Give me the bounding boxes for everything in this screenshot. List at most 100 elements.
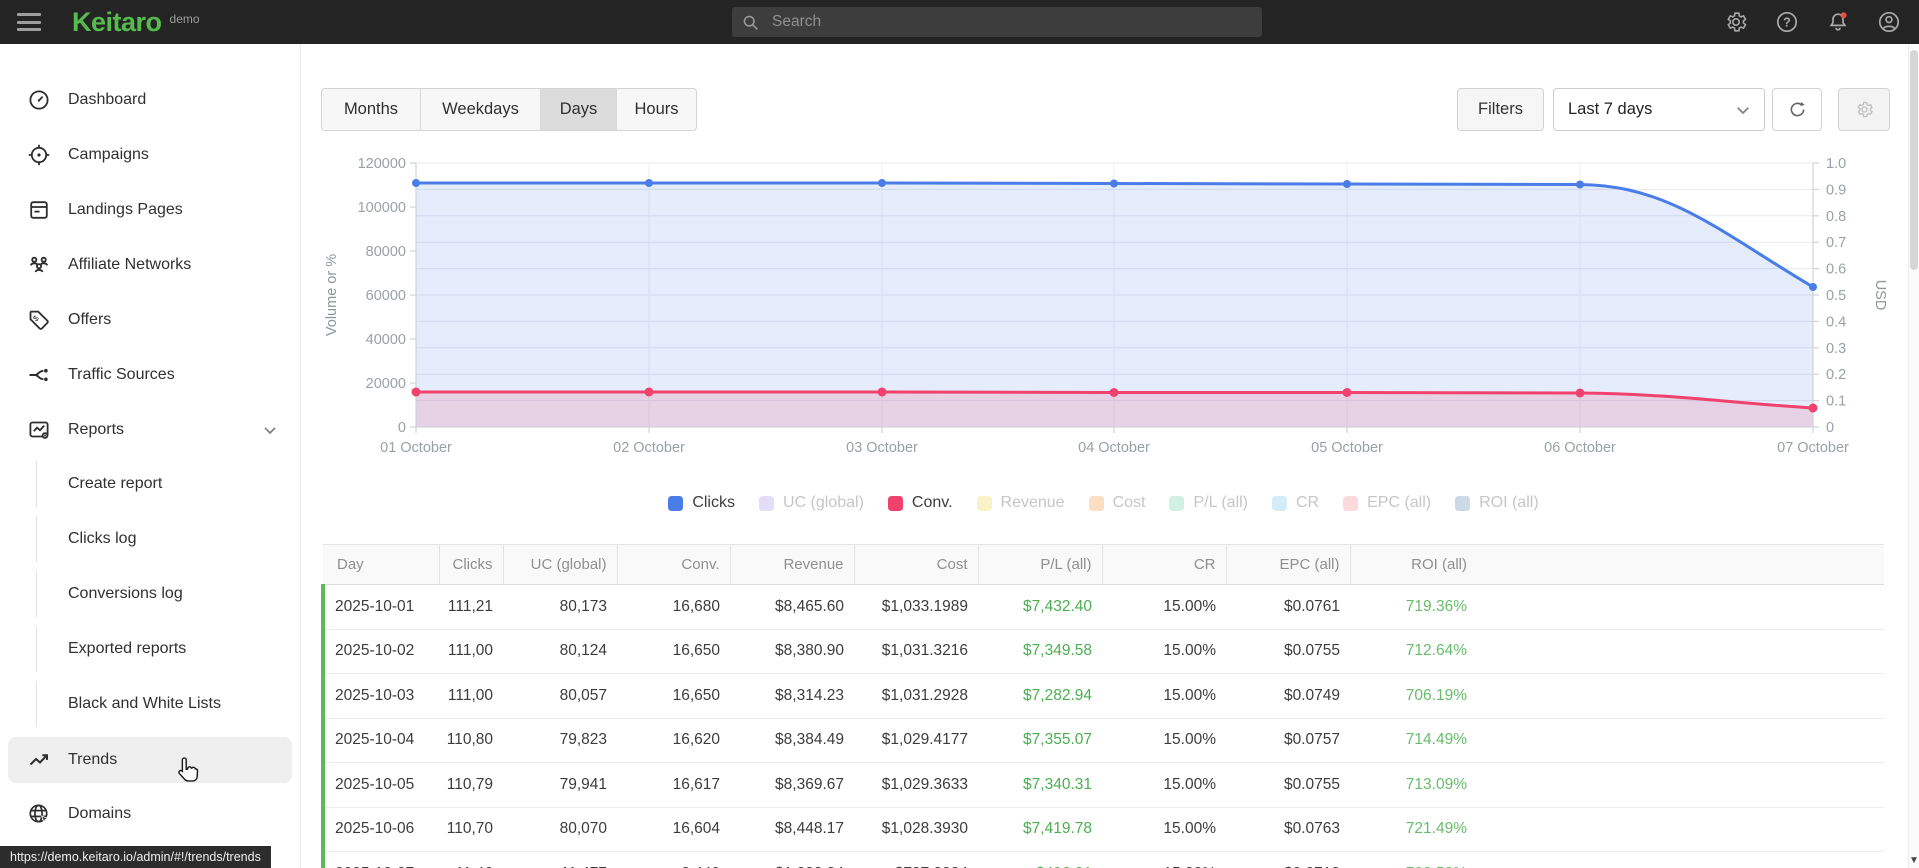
- legend-item-pl-all[interactable]: P/L (all): [1169, 494, 1248, 512]
- col-header-pl-all[interactable]: P/L (all): [977, 544, 1102, 585]
- sidebar-item-offers[interactable]: $ Offers: [0, 297, 300, 343]
- cell-cost: $1,029.4177: [854, 718, 978, 763]
- cell-pl: $7,419.78: [978, 807, 1102, 852]
- tab-months[interactable]: Months: [322, 89, 421, 130]
- svg-text:0.6: 0.6: [1826, 262, 1846, 278]
- svg-text:?: ?: [1783, 16, 1791, 30]
- svg-text:120000: 120000: [358, 156, 406, 172]
- table-row[interactable]: 2025-10-02 111,00 80,124 16,650 $8,380.9…: [321, 629, 1884, 674]
- left-axis-title: Volume or %: [324, 254, 340, 336]
- cell-roi: 719.36%: [1350, 584, 1477, 630]
- col-header-epc-all[interactable]: EPC (all): [1225, 544, 1350, 585]
- help-icon[interactable]: ?: [1775, 10, 1799, 34]
- col-header-cr[interactable]: CR: [1101, 544, 1226, 585]
- sidebar-item-clicks-log[interactable]: Clicks log: [36, 516, 301, 562]
- svg-text:20000: 20000: [366, 376, 406, 392]
- sidebar-item-dashboard[interactable]: Dashboard: [0, 77, 300, 123]
- svg-text:0.1: 0.1: [1826, 394, 1846, 410]
- cell-epc: $0.0755: [1226, 629, 1350, 674]
- col-header-clicks[interactable]: Clicks: [438, 544, 503, 585]
- legend-item-cost[interactable]: Cost: [1088, 494, 1146, 512]
- date-range-select[interactable]: Last 7 days: [1553, 88, 1765, 131]
- sidebar-item-campaigns[interactable]: Campaigns: [0, 132, 300, 178]
- col-header-uc-global[interactable]: UC (global): [502, 544, 617, 585]
- sidebar-item-create-report[interactable]: Create report: [36, 461, 301, 507]
- svg-text:03 October: 03 October: [846, 440, 918, 456]
- svg-text:0.5: 0.5: [1826, 288, 1846, 304]
- col-header-roi-all[interactable]: ROI (all): [1349, 544, 1477, 585]
- sidebar-item-trends[interactable]: Trends: [8, 737, 292, 783]
- sidebar-item-label: Landings Pages: [68, 201, 183, 218]
- cell-uc: 79,941: [503, 762, 617, 808]
- tab-weekdays[interactable]: Weekdays: [421, 89, 541, 130]
- legend-item-uc-global[interactable]: UC (global): [758, 494, 864, 512]
- sidebar-child-label: Create report: [68, 475, 163, 492]
- scrollbar[interactable]: ▼: [1908, 44, 1919, 868]
- notifications-bell-icon[interactable]: [1826, 10, 1850, 34]
- trends-line-chart[interactable]: 0 20000 40000 60000 80000 100000 120000 …: [320, 140, 1900, 470]
- cell-epc: $0.0763: [1226, 807, 1350, 852]
- tab-days[interactable]: Days: [541, 89, 617, 130]
- sidebar-item-domains[interactable]: Domains: [0, 791, 300, 837]
- sidebar-item-black-and-white-lists[interactable]: Black and White Lists: [36, 681, 301, 727]
- svg-text:0.4: 0.4: [1826, 314, 1846, 330]
- date-range-value: Last 7 days: [1568, 100, 1653, 118]
- chart-legend: Clicks UC (global) Conv. Revenue Cost P/…: [300, 489, 1907, 517]
- col-header-cost[interactable]: Cost: [853, 544, 978, 585]
- legend-item-cr[interactable]: CR: [1272, 494, 1319, 512]
- sidebar-item-conversions-log[interactable]: Conversions log: [36, 571, 301, 617]
- table-row[interactable]: 2025-10-06 110,70 80,070 16,604 $8,448.1…: [321, 807, 1884, 852]
- svg-text:07 October: 07 October: [1777, 440, 1849, 456]
- cell-roi: 721.49%: [1350, 807, 1477, 852]
- table-row[interactable]: 2025-10-05 110,79 79,941 16,617 $8,369.6…: [321, 762, 1884, 808]
- tab-hours[interactable]: Hours: [617, 89, 696, 130]
- legend-item-clicks[interactable]: Clicks: [668, 494, 735, 512]
- table-row[interactable]: 2025-10-04 110,80 79,823 16,620 $8,384.4…: [321, 718, 1884, 763]
- sidebar-item-reports[interactable]: Reports: [0, 407, 300, 453]
- sidebar-item-exported-reports[interactable]: Exported reports: [36, 626, 301, 672]
- legend-item-epc-all[interactable]: EPC (all): [1343, 494, 1431, 512]
- table-row[interactable]: 2025-10-01 111,21 80,173 16,680 $8,465.6…: [321, 584, 1884, 630]
- settings-gear-icon[interactable]: [1724, 10, 1748, 34]
- scrollbar-down-arrow-icon[interactable]: ▼: [1909, 855, 1919, 866]
- cell-revenue: $8,384.49: [730, 718, 854, 763]
- legend-swatch: [758, 495, 774, 511]
- cell-epc: $0.0757: [1226, 718, 1350, 763]
- cell-conv: 2,449: [617, 851, 730, 868]
- refresh-button[interactable]: [1772, 88, 1822, 131]
- cell-filler: [1477, 807, 1884, 852]
- legend-label: CR: [1296, 494, 1320, 511]
- sidebar-item-traffic-sources[interactable]: Traffic Sources: [0, 352, 300, 398]
- cell-day: 2025-10-04: [321, 718, 439, 763]
- cell-clicks: 110,70: [439, 807, 503, 852]
- table-row-partial[interactable]: 2025-10-07 11,46 11,477 2,449 $1,233.34 …: [321, 851, 1884, 868]
- cell-cr: 15.00%: [1102, 629, 1226, 674]
- col-header-day[interactable]: Day: [323, 544, 439, 585]
- svg-text:0.3: 0.3: [1826, 341, 1846, 357]
- col-header-conv[interactable]: Conv.: [616, 544, 730, 585]
- cell-cost: $737.3384: [854, 851, 978, 868]
- search-input[interactable]: [732, 7, 1262, 37]
- legend-item-revenue[interactable]: Revenue: [976, 494, 1065, 512]
- table-row[interactable]: 2025-10-03 111,00 80,057 16,650 $8,314.2…: [321, 673, 1884, 719]
- account-icon[interactable]: [1877, 10, 1901, 34]
- cell-roi: 706.19%: [1350, 673, 1477, 719]
- col-header-revenue[interactable]: Revenue: [729, 544, 854, 585]
- legend-label: Cost: [1112, 494, 1146, 511]
- legend-item-conv[interactable]: Conv.: [887, 494, 953, 512]
- svg-text:100000: 100000: [358, 200, 406, 216]
- sidebar-item-landings-pages[interactable]: Landings Pages: [0, 187, 300, 233]
- cell-epc: $0.0755: [1226, 762, 1350, 808]
- cell-conv: 16,680: [617, 584, 730, 630]
- cell-clicks: 111,21: [439, 584, 503, 630]
- right-axis-labels: 0 0.1 0.2 0.3 0.4 0.5 0.6 0.7 0.8 0.9 1.…: [1826, 156, 1846, 436]
- hamburger-menu-icon[interactable]: [17, 13, 41, 31]
- scrollbar-thumb[interactable]: [1910, 50, 1918, 270]
- filters-button[interactable]: Filters: [1457, 88, 1544, 131]
- cell-cost: $1,031.3216: [854, 629, 978, 674]
- chart-settings-button[interactable]: [1838, 88, 1890, 131]
- cell-revenue: $8,380.90: [730, 629, 854, 674]
- legend-item-roi-all[interactable]: ROI (all): [1455, 494, 1539, 512]
- sidebar-item-affiliate-networks[interactable]: Affiliate Networks: [0, 242, 300, 288]
- sidebar-item-label: Affiliate Networks: [68, 256, 192, 273]
